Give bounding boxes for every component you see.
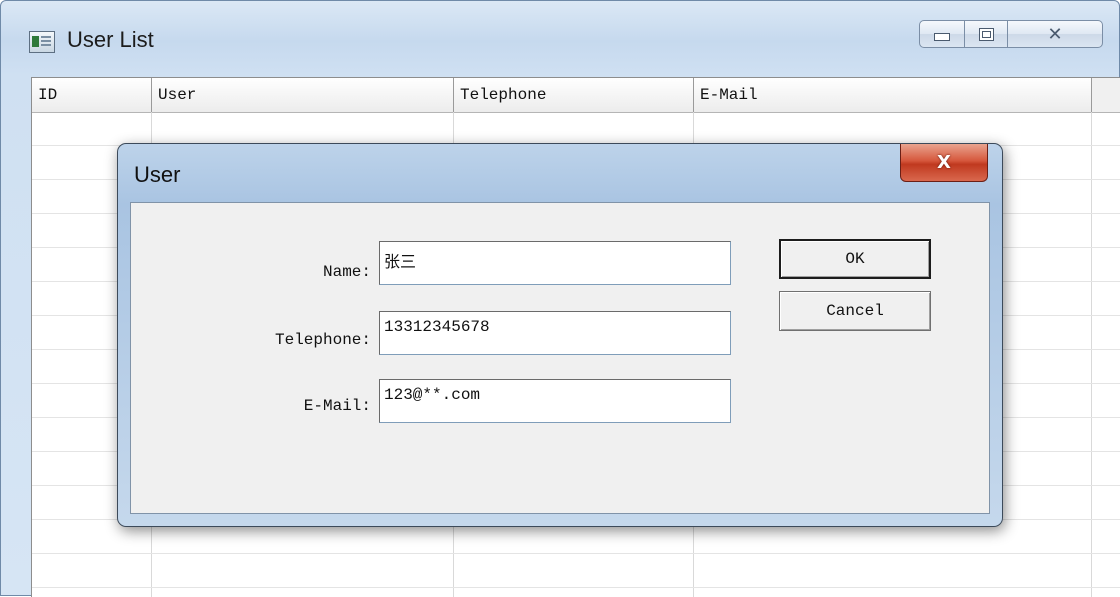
email-field[interactable]: 123@**.com xyxy=(379,379,731,423)
window-title: User List xyxy=(67,27,154,52)
minimize-button[interactable] xyxy=(919,20,965,48)
column-header-email[interactable]: E-Mail xyxy=(694,78,1092,112)
dialog-close-button[interactable]: X xyxy=(900,144,988,182)
ok-button[interactable]: OK xyxy=(779,239,931,279)
maximize-icon xyxy=(978,27,994,41)
email-label: E-Mail: xyxy=(303,397,371,415)
column-header-id[interactable]: ID xyxy=(32,78,152,112)
list-header: ID User Telephone E-Mail xyxy=(32,78,1120,113)
close-icon: X xyxy=(937,152,951,173)
telephone-label: Telephone: xyxy=(274,331,371,349)
user-dialog: User X Name: 张三 Telephone: 13312345678 E… xyxy=(117,143,1003,527)
app-window-icon xyxy=(29,31,55,53)
minimize-icon xyxy=(934,33,950,41)
telephone-field[interactable]: 13312345678 xyxy=(379,311,731,355)
close-button[interactable]: ✕ xyxy=(1007,20,1103,48)
dialog-title: User xyxy=(134,162,181,187)
main-window: User List ✕ ID User Telephone E-Mail Use… xyxy=(0,0,1120,597)
cancel-button[interactable]: Cancel xyxy=(779,291,931,331)
name-field[interactable]: 张三 xyxy=(379,241,731,285)
column-header-telephone[interactable]: Telephone xyxy=(454,78,694,112)
name-label: Name: xyxy=(322,263,371,281)
column-header-user[interactable]: User xyxy=(152,78,454,112)
title-bar[interactable]: User List ✕ xyxy=(1,1,1119,73)
close-icon: ✕ xyxy=(1047,23,1063,45)
maximize-button[interactable] xyxy=(964,20,1008,48)
dialog-body: Name: 张三 Telephone: 13312345678 E-Mail: … xyxy=(130,202,990,514)
